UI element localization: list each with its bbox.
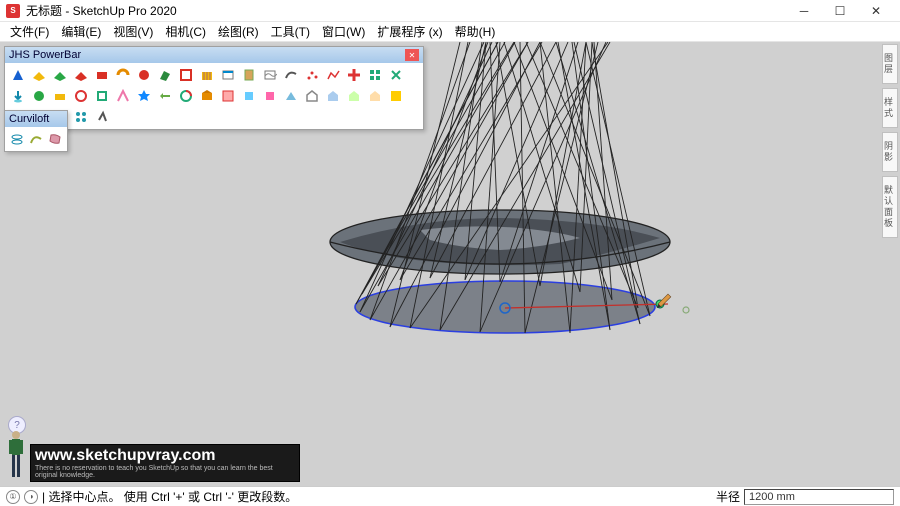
curviloft-panel[interactable]: Curviloft — [4, 110, 68, 152]
menu-help[interactable]: 帮助(H) — [449, 21, 502, 42]
viewport[interactable]: JHS PowerBar ✕ — [0, 42, 900, 486]
watermark-sub: There is no reservation to teach you Ske… — [35, 465, 295, 479]
tray-tabs: 图层 样式 阴影 默认面板 — [882, 44, 898, 238]
curviloft-loft-icon[interactable] — [9, 130, 26, 148]
jhs-tool-05-icon[interactable] — [93, 66, 111, 84]
menu-bar: 文件(F) 编辑(E) 视图(V) 相机(C) 绘图(R) 工具(T) 窗口(W… — [0, 22, 900, 42]
jhs-tool-34-icon[interactable] — [303, 87, 321, 105]
jhs-tool-29-icon[interactable] — [198, 87, 216, 105]
status-text: | 选择中心点。 使用 Ctrl '+' 或 Ctrl '-' 更改段数。 — [42, 488, 297, 505]
jhs-tool-09-icon[interactable] — [177, 66, 195, 84]
maximize-button[interactable]: ☐ — [822, 0, 858, 22]
watermark-url: www.sketchupvray.com — [35, 447, 295, 465]
jhs-tool-32-icon[interactable] — [261, 87, 279, 105]
jhs-tool-26-icon[interactable] — [135, 87, 153, 105]
close-button[interactable]: ✕ — [858, 0, 894, 22]
jhs-tool-25-icon[interactable] — [114, 87, 132, 105]
jhs-tool-33-icon[interactable] — [282, 87, 300, 105]
curviloft-title: Curviloft — [9, 113, 49, 125]
jhs-powerbar-close-button[interactable]: ✕ — [405, 49, 419, 61]
window-title: 无标题 - SketchUp Pro 2020 — [26, 2, 177, 19]
scale-figure-icon — [4, 428, 28, 484]
jhs-tool-23-icon[interactable] — [72, 87, 90, 105]
tray-tab-styles[interactable]: 样式 — [882, 88, 898, 128]
jhs-tool-04-icon[interactable] — [72, 66, 90, 84]
jhs-tool-38-icon[interactable] — [387, 87, 405, 105]
jhs-tool-20-icon[interactable] — [9, 87, 27, 105]
menu-window[interactable]: 窗口(W) — [316, 21, 371, 42]
curviloft-path-icon[interactable] — [28, 130, 45, 148]
curviloft-buttons — [5, 127, 67, 151]
menu-tools[interactable]: 工具(T) — [265, 21, 316, 42]
jhs-tool-27-icon[interactable] — [156, 87, 174, 105]
jhs-tool-35-icon[interactable] — [324, 87, 342, 105]
jhs-tool-28-icon[interactable] — [177, 87, 195, 105]
jhs-tool-43-icon[interactable] — [93, 108, 111, 126]
jhs-tool-30-icon[interactable] — [219, 87, 237, 105]
jhs-tool-02-icon[interactable] — [30, 66, 48, 84]
jhs-tool-15-icon[interactable] — [303, 66, 321, 84]
curviloft-titlebar[interactable]: Curviloft — [5, 111, 67, 127]
minimize-button[interactable]: ─ — [786, 0, 822, 22]
jhs-tool-36-icon[interactable] — [345, 87, 363, 105]
app-icon: S — [6, 4, 20, 18]
jhs-tool-31-icon[interactable] — [240, 87, 258, 105]
title-bar: S 无标题 - SketchUp Pro 2020 ─ ☐ ✕ — [0, 0, 900, 22]
tray-tab-shadows[interactable]: 阴影 — [882, 132, 898, 172]
menu-draw[interactable]: 绘图(R) — [212, 21, 265, 42]
tray-tab-default[interactable]: 默认面板 — [882, 176, 898, 238]
jhs-tool-16-icon[interactable] — [324, 66, 342, 84]
menu-extensions[interactable]: 扩展程序 (x) — [371, 21, 448, 42]
jhs-tool-22-icon[interactable] — [51, 87, 69, 105]
jhs-tool-37-icon[interactable] — [366, 87, 384, 105]
jhs-tool-01-icon[interactable] — [9, 66, 27, 84]
measurement-label: 半径 — [716, 488, 740, 505]
jhs-tool-24-icon[interactable] — [93, 87, 111, 105]
jhs-tool-19-icon[interactable] — [387, 66, 405, 84]
jhs-tool-06-icon[interactable] — [114, 66, 132, 84]
measurement-input[interactable] — [744, 489, 894, 505]
jhs-tool-11-icon[interactable] — [219, 66, 237, 84]
tray-tab-layers[interactable]: 图层 — [882, 44, 898, 84]
watermark: www.sketchupvray.com There is no reserva… — [30, 444, 300, 482]
jhs-tool-14-icon[interactable] — [282, 66, 300, 84]
jhs-tool-42-icon[interactable] — [72, 108, 90, 126]
menu-edit[interactable]: 编辑(E) — [55, 21, 107, 42]
status-user-icon[interactable]: ◑ — [24, 490, 38, 504]
jhs-tool-08-icon[interactable] — [156, 66, 174, 84]
jhs-tool-03-icon[interactable] — [51, 66, 69, 84]
curviloft-skin-icon[interactable] — [46, 130, 63, 148]
jhs-powerbar-titlebar[interactable]: JHS PowerBar ✕ — [5, 47, 423, 63]
menu-camera[interactable]: 相机(C) — [159, 21, 212, 42]
status-info-icon[interactable]: ① — [6, 490, 20, 504]
jhs-tool-10-icon[interactable] — [198, 66, 216, 84]
jhs-tool-13-icon[interactable] — [261, 66, 279, 84]
jhs-powerbar-title: JHS PowerBar — [9, 49, 81, 61]
menu-view[interactable]: 视图(V) — [107, 21, 159, 42]
jhs-tool-18-icon[interactable] — [366, 66, 384, 84]
jhs-tool-21-icon[interactable] — [30, 87, 48, 105]
status-bar: ① ◑ | 选择中心点。 使用 Ctrl '+' 或 Ctrl '-' 更改段数… — [0, 486, 900, 506]
jhs-tool-12-icon[interactable] — [240, 66, 258, 84]
menu-file[interactable]: 文件(F) — [4, 21, 55, 42]
jhs-tool-17-icon[interactable] — [345, 66, 363, 84]
jhs-tool-07-icon[interactable] — [135, 66, 153, 84]
